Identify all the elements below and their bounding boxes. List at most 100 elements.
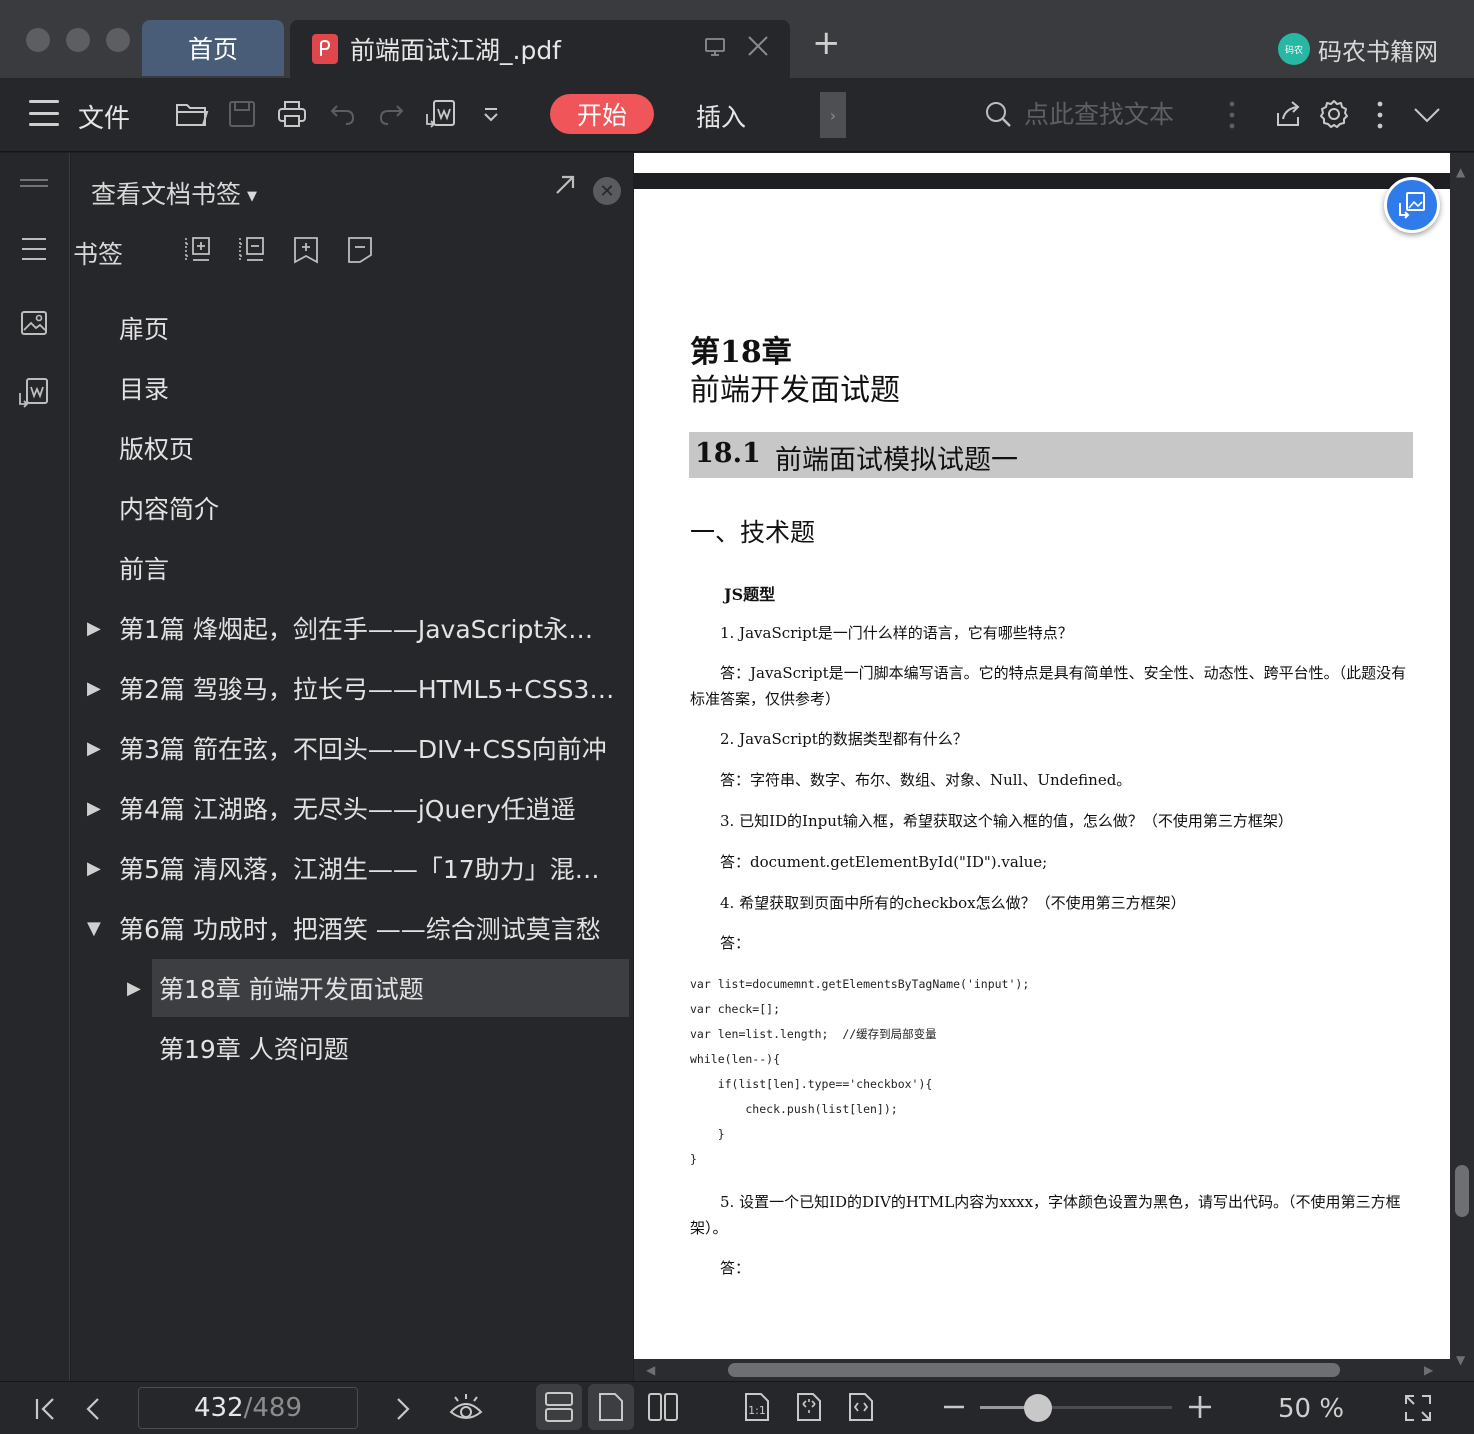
fit-page-button[interactable] [786,1384,832,1430]
bookmark-item[interactable]: 前言 [71,539,629,597]
close-panel-button[interactable]: ✕ [593,177,621,205]
more-vertical-icon[interactable] [1368,98,1392,132]
zoom-slider[interactable] [980,1406,1172,1409]
dropdown-icon[interactable] [478,100,504,130]
settings-icon[interactable] [1316,96,1352,132]
first-page-icon[interactable] [30,1394,60,1424]
fit-width-button[interactable] [838,1384,884,1430]
chevron-right-icon: › [829,105,837,125]
page-number-field[interactable]: 432/489 [138,1387,358,1429]
bookmark-item[interactable]: ▼ 第6篇 功成时，把酒笑 ——综合测试莫言愁 [71,899,629,957]
triangle-right-icon[interactable]: ▶ [87,678,101,699]
thumbnail-icon[interactable] [18,307,50,339]
previous-page-icon[interactable] [80,1394,106,1424]
triangle-right-icon[interactable]: ▶ [127,978,141,999]
panel-title[interactable]: 查看文档书签 ▼ [91,175,257,211]
tab-start[interactable]: 开始 [550,94,654,134]
continuous-view-button[interactable] [536,1384,582,1430]
convert-to-image-icon [1399,192,1425,219]
triangle-right-icon[interactable]: ▶ [87,738,101,759]
code-line: var list=documemnt.getElementsByTagName(… [690,977,1030,991]
window-zoom-button[interactable] [106,28,130,52]
next-page-icon[interactable] [390,1394,416,1424]
bookmark-item[interactable]: ▶ 第4篇 江湖路，无尽头——jQuery任逍遥 [71,779,629,837]
fullscreen-icon[interactable] [1402,1392,1434,1424]
bookmark-item[interactable]: 第19章 人资问题 [71,1019,629,1077]
share-icon[interactable] [1270,96,1306,132]
file-menu[interactable]: 文件 [78,98,130,135]
actual-size-button[interactable]: 1:1 [734,1384,780,1430]
chevron-down-icon[interactable] [1410,100,1444,130]
scroll-up-icon[interactable]: ▲ [1456,165,1465,179]
scroll-down-icon[interactable]: ▼ [1456,1353,1465,1367]
zoom-slider-handle[interactable] [1023,1394,1052,1422]
bookmark-item[interactable]: 版权页 [71,419,629,477]
collapse-handle-icon[interactable] [18,167,50,199]
convert-icon[interactable] [422,96,460,132]
bookmark-item[interactable]: 目录 [71,359,629,417]
paragraph: 答：JavaScript是一门脚本编写语言。它的特点是具有简单性、安全性、动态性… [690,664,1407,708]
bookmark-item[interactable]: 扉页 [71,299,629,357]
current-page: 432 [193,1393,244,1423]
remove-bookmark-icon[interactable] [345,235,375,265]
code-line: } [690,1127,725,1141]
convert-doc-icon[interactable] [18,377,50,409]
bookmark-label: 第6篇 功成时，把酒笑 ——综合测试莫言愁 [119,915,601,944]
section-number: 18.1 [695,438,761,469]
document-view[interactable]: 第18章 前端开发面试题 18.1 前端面试模拟试题一 一、技术题 JS题型 1… [634,153,1474,1381]
horizontal-scroll-thumb[interactable] [728,1363,1340,1377]
pop-out-icon[interactable] [553,173,577,204]
expand-all-icon[interactable] [183,235,213,265]
window-minimize-button[interactable] [66,28,90,52]
bookmark-item[interactable]: ▶ 第3篇 箭在弦，不回头——DIV+CSS向前冲 [71,719,629,777]
bookmark-item[interactable]: ▶ 第5篇 清风落，江湖生——「17助力」混… [71,839,629,897]
monitor-icon[interactable] [704,36,726,64]
open-folder-icon[interactable] [174,96,210,132]
vertical-scrollbar[interactable]: ▲ ▼ [1450,153,1474,1381]
tab-document[interactable]: 前端面试江湖_.pdf [290,20,790,78]
tab-insert[interactable]: 插入 [696,98,746,134]
more-vertical-icon[interactable] [1220,98,1244,132]
bookmark-item[interactable]: ▶ 第2篇 驾骏马，拉长弓——HTML5+CSS3… [71,659,629,717]
bookmark-item[interactable]: ▶ 第1篇 烽烟起，剑在手——JavaScript永… [71,599,629,657]
search-input[interactable] [1024,96,1204,132]
convert-float-button[interactable] [1384,177,1440,233]
scroll-left-icon[interactable]: ◀ [646,1363,655,1377]
bookmark-label: 第19章 人资问题 [159,1035,349,1064]
collapse-all-icon[interactable] [237,235,267,265]
triangle-right-icon[interactable]: ▶ [87,858,101,879]
horizontal-scrollbar[interactable]: ◀ ▶ [634,1359,1450,1381]
menu-icon[interactable] [28,100,60,126]
panel-title-label: 查看文档书签 [91,180,242,209]
scroll-right-icon[interactable]: ▶ [1424,1363,1433,1377]
two-page-view-button[interactable] [640,1384,686,1430]
previous-page-edge [634,153,1450,173]
print-icon[interactable] [274,96,310,132]
close-tab-icon[interactable] [746,32,770,65]
vertical-scroll-thumb[interactable] [1455,1165,1469,1217]
add-bookmark-icon[interactable] [291,235,321,265]
triangle-right-icon[interactable]: ▶ [87,618,101,639]
zoom-out-icon[interactable] [940,1392,968,1422]
bookmark-item[interactable]: ▶ 第18章 前端开发面试题 [127,959,629,1017]
zoom-level[interactable]: 50 % [1278,1394,1344,1424]
question-type: JS题型 [724,585,776,604]
bookmark-label: 第3篇 箭在弦，不回头——DIV+CSS向前冲 [119,735,607,764]
site-name: 码农书籍网 [1318,38,1438,66]
bookmark-list-icon[interactable] [18,233,50,265]
eye-protection-icon[interactable] [446,1390,486,1426]
bookmark-item[interactable]: 内容简介 [71,479,629,537]
new-tab-button[interactable]: + [812,26,841,60]
triangle-down-icon[interactable]: ▼ [87,918,101,939]
triangle-right-icon[interactable]: ▶ [87,798,101,819]
redo-icon[interactable] [374,96,408,132]
save-icon[interactable] [224,96,260,132]
zoom-in-icon[interactable] [1186,1392,1214,1422]
single-page-view-button[interactable] [588,1384,634,1430]
window-close-button[interactable] [26,28,50,52]
undo-icon[interactable] [326,96,360,132]
bookmark-label: 前言 [119,555,170,584]
more-tabs-button[interactable]: › [820,92,846,138]
section-title: 前端面试模拟试题一 [775,445,1018,476]
tab-home[interactable]: 首页 [142,20,284,76]
